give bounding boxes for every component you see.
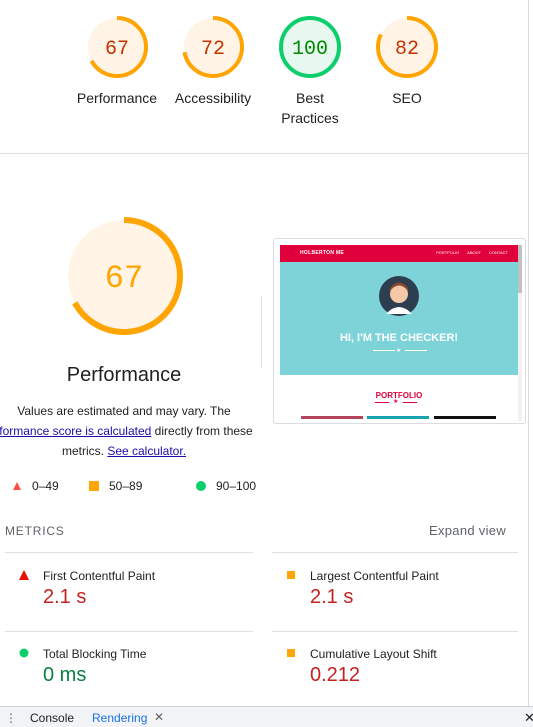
- legend-range: 0–49: [32, 479, 59, 493]
- thumb-hero-title: HI, I'M THE CHECKER!: [339, 332, 459, 344]
- avatar-icon: [379, 276, 419, 316]
- metrics-divider: [5, 631, 253, 632]
- square-icon: [89, 481, 99, 491]
- gauge-label: Performance: [76, 90, 158, 106]
- devtools-drawer-tabs: ⋮ Console Rendering ✕ ✕: [0, 706, 533, 727]
- gauge-score: 67: [105, 38, 129, 61]
- thumb-divider-right: [403, 402, 417, 403]
- thumb-divider-left: [373, 350, 395, 351]
- thumb-nav-portfolio: PORTFOLIO: [436, 250, 460, 255]
- gauge-accessibility[interactable]: 72 Accessibility: [158, 14, 268, 108]
- section-divider: [0, 153, 528, 154]
- legend-range: 50–89: [109, 479, 143, 493]
- star-icon: ★: [393, 399, 399, 405]
- gauge-label: SEO: [392, 90, 422, 106]
- gauge-best-practices-ring: 100: [279, 16, 341, 78]
- page-screenshot-thumbnail[interactable]: HOLBERTON ME PORTFOLIO ABOUT CONTACT HI,…: [273, 238, 526, 424]
- thumb-nav-contact: CONTACT: [488, 250, 508, 255]
- thumb-brand: HOLBERTON ME: [300, 250, 345, 256]
- square-icon: [287, 571, 295, 579]
- expand-view-button[interactable]: Expand view: [429, 523, 506, 538]
- gauge-score: 72: [201, 38, 225, 61]
- star-icon: ★: [396, 348, 402, 354]
- desc-text-2: directly from these: [151, 424, 253, 438]
- more-options-icon[interactable]: ⋮: [5, 711, 17, 725]
- thumb-nav-links: PORTFOLIO ABOUT CONTACT: [436, 250, 508, 255]
- gauge-accessibility-ring: 72: [182, 16, 244, 78]
- metric-value: 0.212: [310, 664, 361, 686]
- metrics-divider: [5, 552, 253, 553]
- thumb-hero: HI, I'M THE CHECKER! ★: [280, 262, 518, 375]
- metric-value: 2.1 s: [43, 586, 87, 608]
- legend-average: 50–89: [89, 479, 142, 493]
- thumb-card-bar: [434, 416, 496, 419]
- triangle-icon: [13, 482, 21, 490]
- circle-icon: [196, 481, 206, 491]
- performance-title: Performance: [66, 364, 182, 386]
- metric-label: First Contentful Paint: [43, 569, 156, 583]
- thumb-divider-right: [405, 350, 427, 351]
- performance-gauge: 67: [65, 217, 183, 335]
- thumb-scrollbar-thumb[interactable]: [518, 245, 522, 293]
- gauge-label: Accessibility: [174, 90, 252, 106]
- square-icon: [287, 649, 295, 657]
- category-gauges: 67 Performance 72 Accessibility 100 Best…: [0, 0, 528, 154]
- gauge-performance[interactable]: 67 Performance: [62, 14, 172, 108]
- legend-pass: 90–100: [196, 479, 256, 493]
- gauge-seo[interactable]: 82 SEO: [352, 14, 462, 108]
- thumb-section-title: PORTFOLIO: [375, 391, 423, 400]
- legend-fail: 0–49: [12, 479, 59, 493]
- thumb-divider-left: [375, 402, 389, 403]
- desc-text-1: Values are estimated and may vary. The: [17, 404, 231, 418]
- gauge-score: 100: [292, 38, 328, 61]
- see-calculator-link[interactable]: See calculator.: [107, 444, 186, 458]
- vertical-separator: [261, 296, 262, 368]
- gauge-seo-ring: 82: [376, 16, 438, 78]
- metrics-divider: [272, 552, 518, 553]
- score-calculated-link[interactable]: rformance score is calculated: [0, 424, 151, 438]
- metric-label: Largest Contentful Paint: [310, 569, 439, 583]
- close-tab-icon[interactable]: ✕: [154, 710, 164, 724]
- metric-value: 0 ms: [43, 664, 87, 686]
- gauge-label: Best Practices: [255, 88, 365, 128]
- gauge-score: 82: [395, 38, 419, 61]
- close-drawer-icon[interactable]: ✕: [524, 710, 533, 726]
- performance-score: 67: [105, 260, 143, 297]
- metric-value: 2.1 s: [310, 586, 354, 608]
- desc-text-3: metrics.: [61, 444, 108, 458]
- metrics-divider: [272, 631, 518, 632]
- metrics-heading: METRICS: [5, 524, 65, 538]
- thumb-card-bar: [301, 416, 363, 419]
- metric-label: Total Blocking Time: [43, 647, 147, 661]
- thumb-navbar: HOLBERTON ME PORTFOLIO ABOUT CONTACT: [280, 245, 518, 262]
- gauge-label-line2: Practices: [281, 110, 339, 126]
- tab-rendering[interactable]: Rendering: [92, 711, 147, 725]
- panel-border: [528, 0, 529, 706]
- performance-description: Values are estimated and may vary. The r…: [0, 401, 263, 461]
- triangle-icon: [19, 570, 29, 580]
- gauge-label-line1: Best: [295, 90, 324, 106]
- tab-console[interactable]: Console: [30, 711, 74, 725]
- thumb-nav-about: ABOUT: [467, 250, 481, 255]
- thumb-card-bar: [367, 416, 429, 419]
- legend-range: 90–100: [216, 479, 257, 493]
- gauge-best-practices[interactable]: 100 Best Practices: [255, 14, 365, 128]
- metric-label: Cumulative Layout Shift: [310, 647, 437, 661]
- circle-icon: [19, 648, 29, 658]
- gauge-performance-ring: 67: [86, 16, 148, 78]
